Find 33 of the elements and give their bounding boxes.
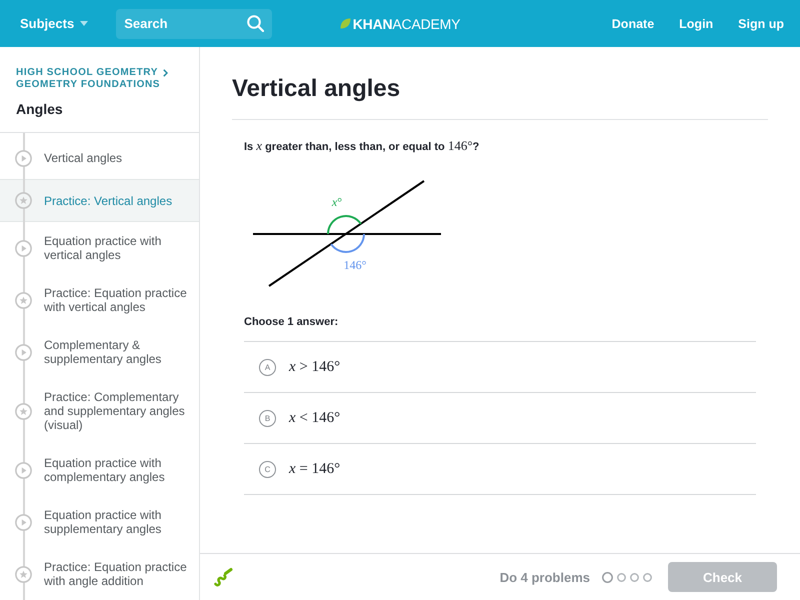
- choice-letter: B: [259, 410, 276, 426]
- choice-letter: C: [259, 460, 276, 478]
- lesson-link[interactable]: Practice: Equation practice with vertical angles: [0, 274, 199, 326]
- angle-label: x°: [332, 195, 342, 209]
- choice-letter: A: [259, 358, 276, 376]
- lesson-link[interactable]: Practice: Complementary and supplementary angles (visual): [0, 378, 199, 444]
- angle-label: 146°: [344, 258, 366, 272]
- play-icon: [15, 462, 32, 478]
- lesson-link[interactable]: Equation practice with vertical angles: [0, 222, 199, 274]
- angle-arc: [327, 215, 362, 234]
- lesson-link[interactable]: Vertical angles: [0, 137, 199, 179]
- exercise-title: Vertical angles: [232, 47, 768, 120]
- play-icon: [15, 150, 32, 166]
- chevron-right-icon: [163, 69, 168, 77]
- breadcrumb-link[interactable]: HIGH SCHOOL GEOMETRY: [16, 67, 158, 79]
- search-icon[interactable]: [247, 14, 264, 32]
- lesson-link[interactable]: Complementary & supplementary angles: [0, 326, 199, 378]
- lesson-link[interactable]: Equation practice with complementary angles: [0, 444, 199, 496]
- goal-text: Do 4 problems: [500, 570, 590, 584]
- breadcrumb-link[interactable]: GEOMETRY FOUNDATIONS: [16, 79, 160, 91]
- play-icon: [15, 344, 32, 360]
- lesson-link[interactable]: Equation practice with supplementary angles: [0, 496, 199, 548]
- play-icon: [15, 514, 32, 530]
- lesson-link[interactable]: Practice: Equation practice with angle addition: [0, 548, 199, 600]
- question-text: Is x greater than, less than, or equal to 146°?: [244, 137, 480, 155]
- leaf-icon[interactable]: [340, 18, 351, 29]
- lesson-link[interactable]: Practice: Vertical angles: [0, 179, 199, 222]
- unit-title: Angles: [16, 100, 64, 118]
- play-icon: [15, 240, 32, 256]
- angle-arc: [330, 234, 365, 253]
- caret-icon: [80, 21, 88, 26]
- pencil-scribble-icon[interactable]: [213, 567, 233, 587]
- answer-prompt: Choose 1 answer:: [244, 315, 340, 330]
